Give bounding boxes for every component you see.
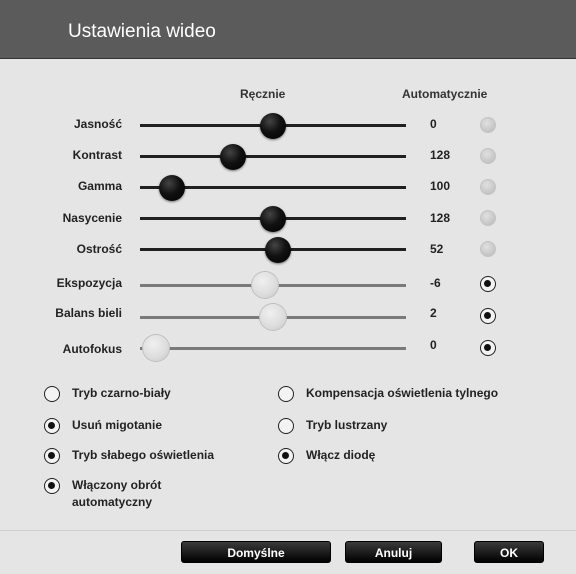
backlight-compensation-radio[interactable] — [278, 386, 294, 402]
slider-label-gamma: Gamma — [77, 179, 122, 193]
title-bar: Ustawienia wideo — [0, 0, 576, 59]
auto-rotate-radio[interactable] — [44, 478, 60, 494]
sharpness-slider-knob[interactable] — [265, 237, 292, 263]
default-button[interactable]: Domyślne — [181, 541, 331, 563]
brightness-auto-toggle — [480, 117, 496, 133]
dialog-title: Ustawienia wideo — [68, 21, 216, 42]
gamma-slider-knob[interactable] — [158, 175, 185, 201]
slider-label-white-balance: Balans bieli — [55, 306, 122, 320]
autofocus-value: 0 — [430, 338, 437, 352]
remove-flicker-radio[interactable] — [44, 418, 60, 434]
saturation-auto-toggle — [480, 210, 496, 226]
backlight-compensation-label: Kompensacja oświetlenia tylnego — [306, 386, 499, 400]
auto-rotate-label-line1: Włączony obrót — [72, 478, 162, 492]
contrast-auto-toggle — [480, 148, 496, 164]
exposure-auto-radio[interactable] — [480, 276, 496, 292]
autofocus-slider-track — [140, 347, 406, 350]
bw-mode-label: Tryb czarno-biały — [72, 386, 171, 400]
cancel-button[interactable]: Anuluj — [345, 541, 442, 563]
saturation-slider-knob[interactable] — [260, 206, 286, 232]
contrast-value: 128 — [430, 148, 451, 162]
sharpness-auto-toggle — [480, 241, 496, 257]
slider-label-exposure: Ekspozycja — [56, 276, 122, 290]
enable-led-radio[interactable] — [278, 448, 294, 464]
footer-divider — [0, 530, 576, 531]
auto-rotate-label: Włączony obrót automatyczny — [72, 477, 161, 511]
manual-column-header: Ręcznie — [240, 87, 286, 101]
contrast-slider-knob[interactable] — [220, 144, 247, 170]
bw-mode-radio[interactable] — [44, 386, 60, 402]
slider-label-autofocus: Autofokus — [62, 342, 122, 356]
sharpness-value: 52 — [430, 242, 444, 256]
autofocus-auto-radio[interactable] — [480, 340, 496, 356]
slider-label-sharpness: Ostrość — [76, 242, 122, 256]
exposure-value: -6 — [430, 276, 441, 290]
auto-rotate-label-line2: automatyczny — [72, 495, 153, 509]
brightness-slider-knob[interactable] — [260, 113, 286, 139]
saturation-value: 128 — [430, 211, 451, 225]
mirror-mode-label: Tryb lustrzany — [306, 418, 388, 432]
low-light-mode-radio[interactable] — [44, 448, 60, 464]
low-light-mode-label: Tryb słabego oświetlenia — [72, 448, 215, 462]
contrast-slider-track[interactable] — [140, 155, 406, 158]
auto-column-header: Automatycznie — [402, 87, 488, 101]
remove-flicker-label: Usuń migotanie — [72, 418, 163, 432]
mirror-mode-radio[interactable] — [278, 418, 294, 434]
video-settings-dialog: Ustawienia wideo Ręcznie Automatycznie J… — [0, 0, 576, 574]
gamma-value: 100 — [430, 179, 451, 193]
brightness-value: 0 — [430, 117, 437, 131]
white-balance-slider-knob — [260, 304, 286, 330]
gamma-auto-toggle — [480, 179, 496, 195]
exposure-slider-knob — [252, 272, 279, 298]
autofocus-slider-knob — [142, 335, 169, 361]
white-balance-auto-radio[interactable] — [480, 308, 496, 324]
ok-button[interactable]: OK — [474, 541, 544, 563]
slider-label-brightness: Jasność — [73, 117, 122, 131]
slider-label-saturation: Nasycenie — [62, 211, 122, 225]
white-balance-value: 2 — [430, 306, 437, 320]
enable-led-label: Włącz diodę — [306, 448, 376, 462]
slider-label-contrast: Kontrast — [72, 148, 122, 162]
